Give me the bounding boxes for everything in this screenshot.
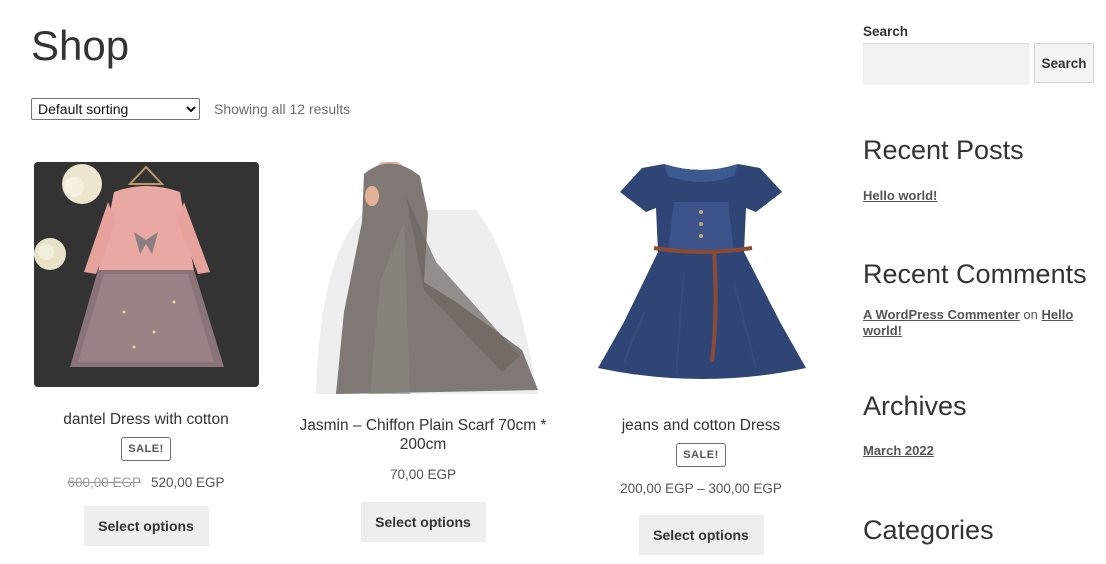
product-card: Jasmin – Chiffon Plain Scarf 70cm * 200c… (293, 162, 553, 542)
search-button[interactable]: Search (1034, 43, 1094, 83)
sale-badge: SALE! (676, 443, 726, 467)
result-count: Showing all 12 results (214, 101, 351, 117)
select-options-button[interactable]: Select options (360, 502, 486, 542)
current-price: 200,00 EGP – 300,00 EGP (620, 481, 782, 496)
product-card: jeans and cotton Dress SALE! 200,00 EGP … (571, 162, 831, 555)
current-price: 70,00 EGP (389, 467, 457, 482)
archives-title: Archives (863, 391, 967, 421)
recent-posts-title: Recent Posts (863, 135, 1024, 165)
current-price: 520,00 EGP (151, 475, 225, 490)
product-price: 70,00 EGP (293, 467, 553, 482)
recent-comments-title: Recent Comments (863, 259, 1087, 289)
sale-badge: SALE! (121, 437, 171, 461)
sort-select[interactable]: Default sorting (31, 98, 200, 120)
recent-post-link[interactable]: Hello world! (863, 188, 937, 204)
categories-title: Categories (863, 515, 994, 545)
product-image[interactable] (584, 162, 818, 394)
select-options-button[interactable]: Select options (638, 515, 764, 555)
search-label: Search (863, 24, 909, 39)
comment-author-link[interactable]: A WordPress Commenter (863, 307, 1020, 322)
product-price: 200,00 EGP – 300,00 EGP (571, 481, 831, 496)
select-options-button[interactable]: Select options (83, 506, 209, 546)
comment-connector: on (1023, 307, 1038, 322)
product-image[interactable] (306, 162, 540, 394)
product-price: 600,00 EGP 520,00 EGP (16, 475, 276, 490)
page-title: Shop (31, 22, 130, 69)
search-input[interactable] (863, 43, 1029, 85)
shop-toolbar: Default sorting Showing all 12 results (31, 98, 350, 120)
archive-link[interactable]: March 2022 (863, 443, 934, 459)
product-title[interactable]: dantel Dress with cotton (16, 410, 276, 429)
product-image[interactable] (33, 162, 259, 387)
recent-comment: A WordPress Commenter on Hello world! (863, 307, 1083, 339)
old-price: 600,00 EGP (67, 475, 141, 490)
product-title[interactable]: Jasmin – Chiffon Plain Scarf 70cm * 200c… (293, 416, 553, 454)
product-title[interactable]: jeans and cotton Dress (571, 416, 831, 435)
product-card: dantel Dress with cotton SALE! 600,00 EG… (16, 162, 276, 546)
